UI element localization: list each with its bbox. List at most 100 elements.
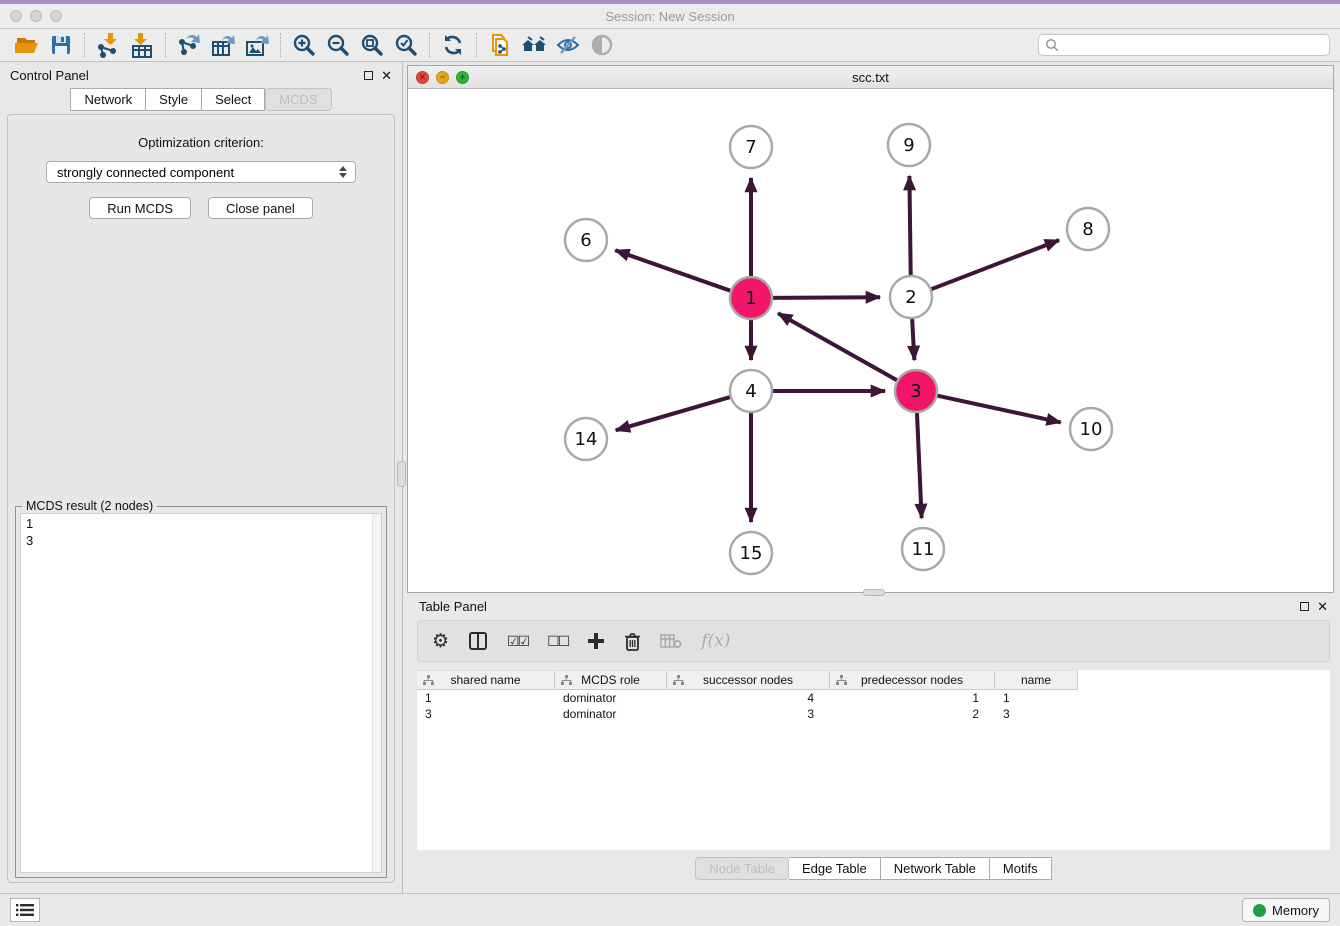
graph-node-3[interactable]: 3: [895, 370, 937, 412]
svg-text:10: 10: [1080, 419, 1103, 440]
tab-select[interactable]: Select: [202, 88, 265, 111]
task-list-icon: [16, 903, 34, 917]
result-scrollbar[interactable]: [372, 514, 381, 872]
manage-columns-icon[interactable]: [468, 631, 488, 651]
delete-row-icon[interactable]: [624, 632, 641, 651]
open-session-icon[interactable]: [10, 31, 44, 59]
table-row[interactable]: 3dominator323: [417, 706, 1330, 722]
float-panel-icon[interactable]: [364, 71, 373, 80]
graph-edge-2-9[interactable]: [909, 176, 910, 278]
graph-node-1[interactable]: 1: [730, 277, 772, 319]
status-bar: Memory: [0, 893, 1340, 926]
tab-motifs[interactable]: Motifs: [990, 857, 1052, 880]
main-toolbar: [0, 29, 1340, 62]
optimization-dropdown[interactable]: strongly connected component: [46, 161, 356, 183]
home-sessions-icon[interactable]: [517, 31, 551, 59]
graph-edge-1-2[interactable]: [770, 297, 880, 298]
table-cell[interactable]: 3: [417, 707, 555, 721]
graph-edge-4-14[interactable]: [616, 396, 733, 430]
add-row-icon[interactable]: [587, 632, 605, 650]
close-panel-icon[interactable]: ✕: [381, 69, 392, 82]
select-all-rows-icon[interactable]: ☑☑: [507, 633, 528, 650]
deselect-all-rows-icon[interactable]: ☐☐: [547, 633, 568, 650]
graph-node-11[interactable]: 11: [902, 528, 944, 570]
column-header-shared-name[interactable]: shared name: [417, 670, 555, 690]
table-cell[interactable]: dominator: [555, 691, 667, 705]
svg-text:3: 3: [910, 381, 921, 402]
run-mcds-button[interactable]: Run MCDS: [89, 197, 191, 219]
clone-network-icon[interactable]: [483, 31, 517, 59]
window-title: Session: New Session: [0, 9, 1340, 24]
table-cell[interactable]: 1: [995, 691, 1078, 705]
column-header-predecessor-nodes[interactable]: predecessor nodes: [830, 670, 995, 690]
tab-network-table[interactable]: Network Table: [881, 857, 990, 880]
import-network-icon[interactable]: [91, 31, 125, 59]
table-row[interactable]: 1dominator411: [417, 690, 1330, 706]
table-cell[interactable]: 3: [667, 707, 830, 721]
table-settings-icon[interactable]: ⚙: [432, 630, 449, 653]
memory-button[interactable]: Memory: [1242, 898, 1330, 922]
vertical-splitter-handle[interactable]: [397, 461, 406, 487]
search-input[interactable]: [1063, 38, 1323, 52]
svg-text:14: 14: [575, 429, 598, 450]
tab-edge-table[interactable]: Edge Table: [789, 857, 881, 880]
tab-mcds[interactable]: MCDS: [265, 88, 331, 111]
table-panel: Table Panel ✕ ⚙ ☑☑ ☐☐ f(x) shared nameMC…: [407, 593, 1340, 893]
optimization-label: Optimization criterion:: [138, 135, 264, 150]
table-cell[interactable]: 4: [667, 691, 830, 705]
export-network-icon[interactable]: [172, 31, 206, 59]
horizontal-splitter-handle[interactable]: [863, 589, 885, 596]
network-canvas[interactable]: 1 2 3 4 6 7 8 9 10 11 14 15: [408, 89, 1333, 592]
zoom-selected-icon[interactable]: [389, 31, 423, 59]
delete-table-icon: [660, 633, 682, 649]
graph-edge-3-10[interactable]: [935, 395, 1061, 422]
tab-network[interactable]: Network: [70, 88, 146, 111]
graph-node-4[interactable]: 4: [730, 370, 772, 412]
graph-node-7[interactable]: 7: [730, 126, 772, 168]
task-history-button[interactable]: [10, 898, 40, 922]
float-table-panel-icon[interactable]: [1300, 602, 1309, 611]
mcds-result-text[interactable]: 1 3: [20, 513, 382, 873]
import-table-icon[interactable]: [125, 31, 159, 59]
node-table[interactable]: shared nameMCDS rolesuccessor nodesprede…: [417, 670, 1330, 850]
graph-edge-3-11[interactable]: [917, 410, 922, 518]
graph-node-8[interactable]: 8: [1067, 208, 1109, 250]
svg-text:9: 9: [903, 135, 914, 156]
table-cell[interactable]: 2: [830, 707, 995, 721]
graph-edge-3-1[interactable]: [778, 313, 899, 381]
graph-node-10[interactable]: 10: [1070, 408, 1112, 450]
zoom-in-icon[interactable]: [287, 31, 321, 59]
column-header-successor-nodes[interactable]: successor nodes: [667, 670, 830, 690]
tab-style[interactable]: Style: [146, 88, 202, 111]
table-cell[interactable]: 3: [995, 707, 1078, 721]
tab-node-table[interactable]: Node Table: [695, 857, 789, 880]
table-toolbar: ⚙ ☑☑ ☐☐ f(x): [417, 620, 1330, 662]
graph-node-9[interactable]: 9: [888, 124, 930, 166]
graph-node-2[interactable]: 2: [890, 276, 932, 318]
zoom-out-icon[interactable]: [321, 31, 355, 59]
svg-text:7: 7: [745, 137, 756, 158]
svg-text:4: 4: [745, 381, 756, 402]
table-cell[interactable]: dominator: [555, 707, 667, 721]
refresh-layout-icon[interactable]: [436, 31, 470, 59]
table-cell[interactable]: 1: [830, 691, 995, 705]
hide-graphics-icon[interactable]: [551, 31, 585, 59]
save-session-icon[interactable]: [44, 31, 78, 59]
graph-node-14[interactable]: 14: [565, 418, 607, 460]
column-header-MCDS-role[interactable]: MCDS role: [555, 670, 667, 690]
graph-node-6[interactable]: 6: [565, 219, 607, 261]
close-table-panel-icon[interactable]: ✕: [1317, 600, 1328, 613]
network-window-titlebar[interactable]: ✕ − + scc.txt: [408, 66, 1333, 89]
graph-edge-1-6[interactable]: [615, 250, 733, 291]
zoom-fit-icon[interactable]: [355, 31, 389, 59]
optimization-dropdown-value: strongly connected component: [57, 165, 234, 180]
column-header-name[interactable]: name: [995, 670, 1078, 690]
table-cell[interactable]: 1: [417, 691, 555, 705]
close-panel-button[interactable]: Close panel: [208, 197, 313, 219]
export-table-icon[interactable]: [206, 31, 240, 59]
search-icon: [1045, 38, 1059, 52]
export-image-icon[interactable]: [240, 31, 274, 59]
graph-edge-2-3[interactable]: [912, 316, 914, 360]
graph-edge-2-8[interactable]: [929, 240, 1059, 290]
graph-node-15[interactable]: 15: [730, 532, 772, 574]
